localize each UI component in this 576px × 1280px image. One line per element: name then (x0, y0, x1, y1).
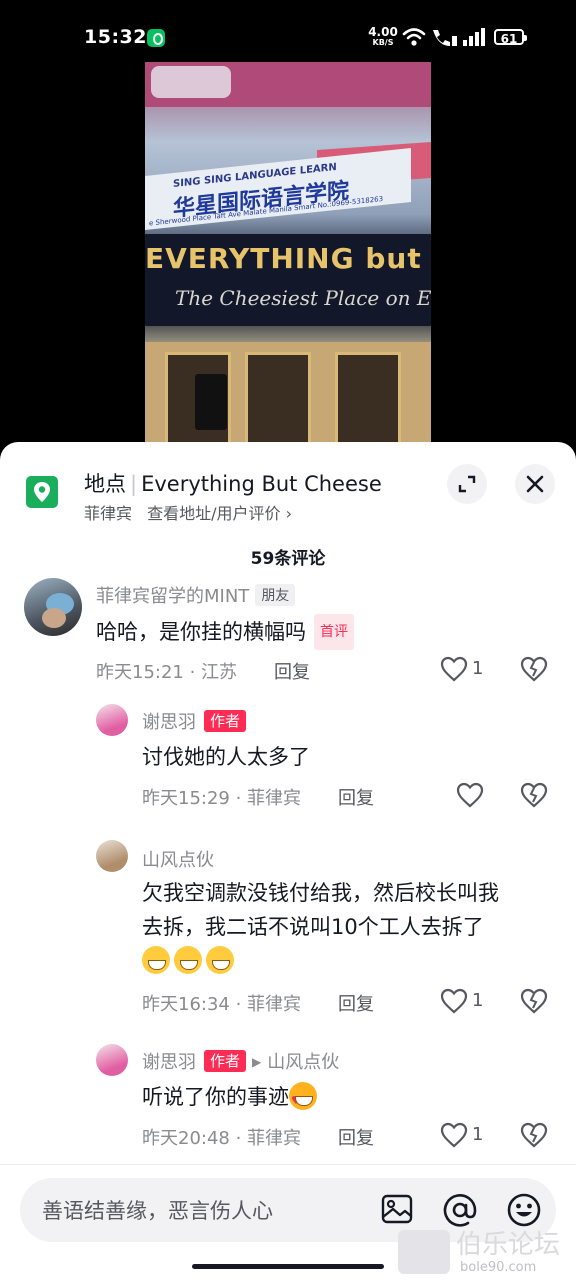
comment-item[interactable]: 谢思羽作者 ▶ 山风点伙 听说了你的事迹 昨天20:48 · 菲律宾 回复 1 (0, 1042, 576, 1158)
comment-meta: 昨天15:21 · 江苏 (96, 662, 238, 683)
watermark-logo (398, 1230, 450, 1274)
comment-body: 哈哈，是你挂的横幅吗 (96, 620, 306, 644)
author-tag: 作者 (204, 710, 247, 732)
broken-heart-icon[interactable] (520, 1122, 548, 1148)
comment-count: 59条评论 (250, 549, 326, 569)
home-indicator[interactable] (192, 1264, 384, 1269)
location-pin-icon (26, 476, 58, 508)
close-icon (526, 475, 544, 493)
avatar[interactable] (24, 578, 82, 636)
store-sign-tagline: The Cheesiest Place on E (175, 286, 431, 310)
comment-username[interactable]: 谢思羽 作者 ▶ 山风点伙 (142, 1048, 339, 1074)
comment-item[interactable]: 山风点伙 欠我空调款没钱付给我，然后校长叫我 去拆，我二话不说叫10个工人去拆了… (0, 838, 576, 1022)
reply-button[interactable]: 回复 (338, 1124, 374, 1150)
signal-icon (463, 28, 485, 46)
comment-text-line: 去拆，我二话不说叫10个工人去拆了 (142, 915, 484, 939)
grin-emoji-icon (206, 946, 234, 974)
network-speed-value: 4.00 (368, 25, 398, 39)
reply-button[interactable]: 回复 (338, 990, 374, 1016)
divider (0, 1164, 576, 1165)
location-separator: | (130, 472, 138, 496)
emoji-row (142, 944, 562, 978)
username-text: 谢思羽 (142, 1052, 196, 1073)
like-count: 1 (472, 658, 484, 679)
comment-input[interactable] (40, 1178, 364, 1244)
grin-emoji-icon (174, 946, 202, 974)
battery-indicator: 61 (494, 29, 527, 46)
close-button[interactable] (515, 464, 555, 504)
store-sign-title: EVERYTHING but C (145, 242, 431, 275)
broken-heart-icon[interactable] (520, 782, 548, 808)
video-frame[interactable]: SING SING LANGUAGE LEARN 华星国际语言学院 e Sher… (145, 62, 431, 462)
watermark: 伯乐论坛 bole90.com (398, 1222, 576, 1280)
comment-text-line: 欠我空调款没钱付给我，然后校长叫我 (142, 881, 499, 905)
watermark-text: 伯乐论坛 (456, 1230, 561, 1260)
network-speed: 4.00 KB/S (368, 25, 398, 48)
author-tag: 作者 (204, 1050, 247, 1072)
comment-username[interactable]: 谢思羽 作者 (142, 708, 247, 734)
heart-icon[interactable] (456, 782, 484, 808)
friend-tag: 朋友 (255, 584, 296, 606)
like-count: 1 (472, 1124, 484, 1145)
first-comment-badge: 首评 (314, 614, 354, 650)
language-school-sign: SING SING LANGUAGE LEARN 华星国际语言学院 e Sher… (145, 148, 411, 230)
expand-icon (458, 475, 476, 493)
video-player[interactable]: SING SING LANGUAGE LEARN 华星国际语言学院 e Sher… (0, 62, 576, 462)
comment-item[interactable]: 菲律宾留学的MINT 朋友 哈哈，是你挂的横幅吗 首评 昨天15:21 · 江苏 回… (0, 572, 576, 692)
comment-text: 哈哈，是你挂的横幅吗 首评 (96, 614, 354, 650)
comment-username[interactable]: 菲律宾留学的MINT 朋友 (96, 582, 296, 608)
network-speed-unit: KB/S (372, 38, 394, 47)
comment-item[interactable]: 谢思羽 作者 讨伐她的人太多了 昨天15:29 · 菲律宾 回复 (0, 700, 576, 816)
location-country: 菲律宾 (84, 504, 133, 523)
comment-body: 听说了你的事迹 (142, 1085, 289, 1109)
heart-eyes-emoji-icon (289, 1082, 317, 1118)
username-text: 菲律宾留学的MINT (96, 586, 250, 607)
comment-meta: 昨天15:29 · 菲律宾 (142, 788, 302, 809)
location-title[interactable]: 地点 | Everything But Cheese (84, 468, 382, 498)
reply-to-username[interactable]: 山风点伙 (267, 1052, 339, 1073)
comment-text: 讨伐她的人太多了 (142, 745, 310, 769)
broken-heart-icon[interactable] (520, 988, 548, 1014)
store-sign: EVERYTHING but C The Cheesiest Place on … (145, 234, 431, 326)
reply-button[interactable]: 回复 (338, 784, 374, 810)
watermark-url: bole90.com (460, 1260, 537, 1275)
top-sign (145, 62, 431, 107)
avatar[interactable] (96, 1044, 128, 1076)
broken-heart-icon[interactable] (520, 656, 548, 682)
username-text: 谢思羽 (142, 712, 196, 733)
status-bar: 15:32 4.00 KB/S 61 (0, 0, 576, 62)
comment-username[interactable]: 山风点伙 (142, 846, 214, 872)
comment-meta: 昨天16:34 · 菲律宾 (142, 994, 302, 1015)
expand-button[interactable] (447, 464, 487, 504)
grin-emoji-icon (142, 946, 170, 974)
heart-icon[interactable] (440, 988, 468, 1014)
status-time: 15:32 (84, 26, 147, 48)
like-count: 1 (472, 990, 484, 1011)
wechat-notification-icon (147, 29, 165, 47)
comment-text: 听说了你的事迹 (142, 1080, 321, 1118)
image-icon[interactable] (380, 1192, 414, 1226)
reply-arrow-icon: ▶ (252, 1055, 262, 1069)
location-name: Everything But Cheese (141, 472, 382, 496)
hd-call-icon (433, 30, 457, 46)
avatar[interactable] (96, 840, 128, 872)
location-label: 地点 (84, 472, 126, 496)
comment-sheet: 地点 | Everything But Cheese 菲律宾 查看地址/用户评价 ›… (0, 442, 576, 1280)
heart-icon[interactable] (440, 656, 468, 682)
reply-button[interactable]: 回复 (274, 658, 310, 684)
location-detail-link[interactable]: 查看地址/用户评价 › (147, 504, 292, 523)
wifi-icon (402, 28, 426, 46)
comment-text: 欠我空调款没钱付给我，然后校长叫我 去拆，我二话不说叫10个工人去拆了 (142, 876, 562, 978)
avatar[interactable] (96, 704, 128, 736)
speaker (195, 374, 227, 430)
comment-meta: 昨天20:48 · 菲律宾 (142, 1128, 302, 1149)
location-subtitle[interactable]: 菲律宾 查看地址/用户评价 › (84, 500, 292, 524)
location-header[interactable]: 地点 | Everything But Cheese 菲律宾 查看地址/用户评价 › (0, 442, 576, 542)
heart-icon[interactable] (440, 1122, 468, 1148)
